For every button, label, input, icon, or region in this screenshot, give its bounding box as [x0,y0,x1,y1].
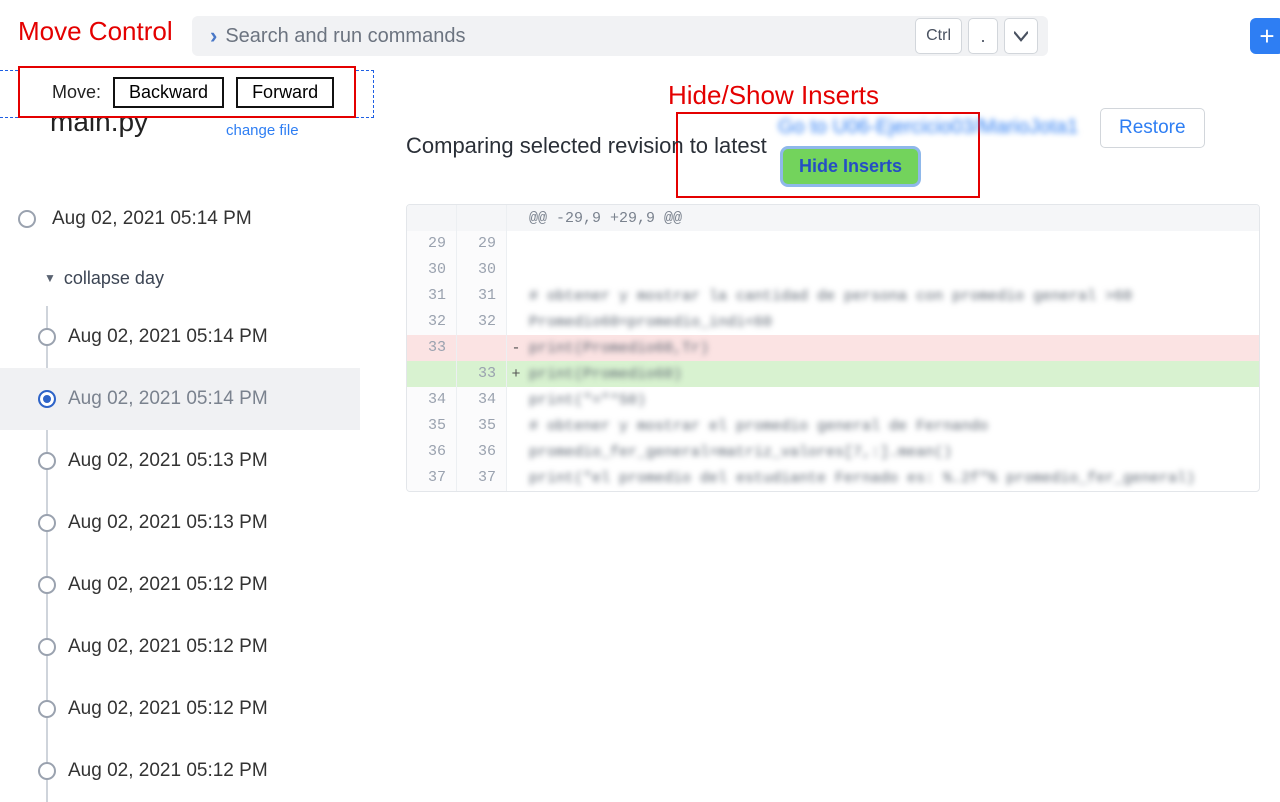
revision-timeline: Aug 02, 2021 05:14 PM ▼ collapse day Aug… [0,188,360,802]
revision-label: Aug 02, 2021 05:12 PM [68,636,268,658]
collapse-label: collapse day [64,268,164,289]
shortcut-group: Ctrl . [915,18,1038,54]
move-control: Move: Backward Forward [18,66,356,118]
search-placeholder: Search and run commands [225,25,465,48]
chevron-right-icon: › [210,23,217,49]
revision-label: Aug 02, 2021 05:14 PM [68,326,268,348]
backward-button[interactable]: Backward [113,77,224,108]
diff-line-added: 33+print(Promedio60) [407,361,1259,387]
shortcut-dropdown[interactable] [1004,18,1038,54]
revision-label: Aug 02, 2021 05:13 PM [68,512,268,534]
revision-item[interactable]: Aug 02, 2021 05:12 PM [0,740,360,802]
revision-item[interactable]: Aug 02, 2021 05:13 PM [0,430,360,492]
compare-heading: Comparing selected revision to latest [406,133,767,159]
collapse-day[interactable]: ▼ collapse day [0,250,360,306]
revision-dot-icon [18,210,36,228]
revision-dot-icon [38,638,56,656]
revision-label: Aug 02, 2021 05:12 PM [68,760,268,782]
goto-link[interactable]: Go to U06-Ejercicio03/MarioJota1 [778,116,1078,139]
revision-dot-icon [38,452,56,470]
revision-item[interactable]: Aug 02, 2021 05:14 PM [0,368,360,430]
shortcut-dot: . [968,18,998,54]
revision-top[interactable]: Aug 02, 2021 05:14 PM [0,188,360,250]
diff-line: 3030 [407,257,1259,283]
revision-dot-icon [38,328,56,346]
diff-line: 3434print("="*50) [407,387,1259,413]
diff-panel: @@ -29,9 +29,9 @@ 292930303131# obtener … [406,204,1260,492]
diff-hunk-header: @@ -29,9 +29,9 @@ [407,205,1259,231]
shortcut-ctrl: Ctrl [915,18,962,54]
plus-icon: + [1259,21,1274,52]
diff-line: 3737print("el promedio del estudiante Fe… [407,465,1259,491]
command-search-bar[interactable]: › Search and run commands Ctrl . [192,16,1048,56]
revision-label: Aug 02, 2021 05:13 PM [68,450,268,472]
diff-line: 3232Promedio60=promedio_indi<60 [407,309,1259,335]
revision-item[interactable]: Aug 02, 2021 05:12 PM [0,554,360,616]
revision-item[interactable]: Aug 02, 2021 05:13 PM [0,492,360,554]
revision-dot-icon [38,576,56,594]
annotation-move-control: Move Control [18,16,173,47]
diff-line: 3636promedio_fer_general=matriz_valores[… [407,439,1259,465]
change-file-link[interactable]: change file [226,122,299,139]
restore-button[interactable]: Restore [1100,108,1205,148]
revision-label: Aug 02, 2021 05:14 PM [68,388,268,410]
revision-label: Aug 02, 2021 05:14 PM [52,208,252,230]
diff-line-removed: 33-print(Promedio60,Tr) [407,335,1259,361]
revision-item[interactable]: Aug 02, 2021 05:12 PM [0,678,360,740]
move-label: Move: [52,82,101,103]
revision-item[interactable]: Aug 02, 2021 05:12 PM [0,616,360,678]
forward-button[interactable]: Forward [236,77,334,108]
diff-line: 2929 [407,231,1259,257]
revision-dot-icon [38,514,56,532]
diff-line: 3535# obtener y mostrar el promedio gene… [407,413,1259,439]
add-button[interactable]: + [1250,18,1280,54]
revision-dot-icon [38,700,56,718]
revision-item[interactable]: Aug 02, 2021 05:14 PM [0,306,360,368]
revision-label: Aug 02, 2021 05:12 PM [68,698,268,720]
revision-label: Aug 02, 2021 05:12 PM [68,574,268,596]
revision-dot-icon [38,762,56,780]
triangle-down-icon: ▼ [44,271,56,285]
diff-line: 3131# obtener y mostrar la cantidad de p… [407,283,1259,309]
revision-dot-icon [38,390,56,408]
annotation-hide-show-inserts: Hide/Show Inserts [668,80,879,111]
hide-inserts-button[interactable]: Hide Inserts [780,146,921,187]
